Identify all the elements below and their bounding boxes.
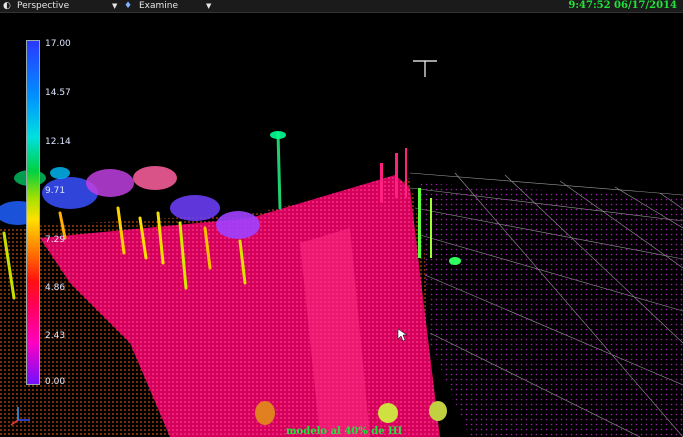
navigation-mode-icon[interactable]: ♦ xyxy=(124,0,132,12)
colorbar-tick-label: 4.86 xyxy=(45,283,66,293)
view-mode-dropdown-label[interactable]: Perspective xyxy=(17,0,69,12)
chevron-down-icon[interactable]: ▼ xyxy=(112,0,117,12)
elevation-colorbar xyxy=(26,40,40,385)
point-cloud-viewport[interactable] xyxy=(0,13,683,437)
terrain-points-right xyxy=(420,183,683,437)
colorbar-tick-label: 12.14 xyxy=(45,137,71,147)
chevron-down-icon[interactable]: ▼ xyxy=(206,0,211,12)
colorbar-tick-label: 7.29 xyxy=(45,235,66,245)
colorbar-tick-label: 14.57 xyxy=(45,88,71,98)
sensor-marker xyxy=(413,60,437,77)
colorbar-tick-label: 2.43 xyxy=(45,331,66,341)
colorbar-tick-label: 9.71 xyxy=(45,186,66,196)
colorbar-tick-label: 17.00 xyxy=(45,39,71,49)
timestamp: 9:47:52 06/17/2014 xyxy=(568,0,677,11)
scene-caption: modelo al 40% de HI xyxy=(286,426,403,437)
view-mode-icon[interactable]: ◐ xyxy=(3,0,11,12)
viewer-toolbar: ◐ Perspective ▼ ♦ Examine ▼ 9:47:52 06/1… xyxy=(0,0,683,13)
navigation-mode-dropdown-label[interactable]: Examine xyxy=(139,0,178,12)
colorbar-tick-label: 0.00 xyxy=(45,377,66,387)
